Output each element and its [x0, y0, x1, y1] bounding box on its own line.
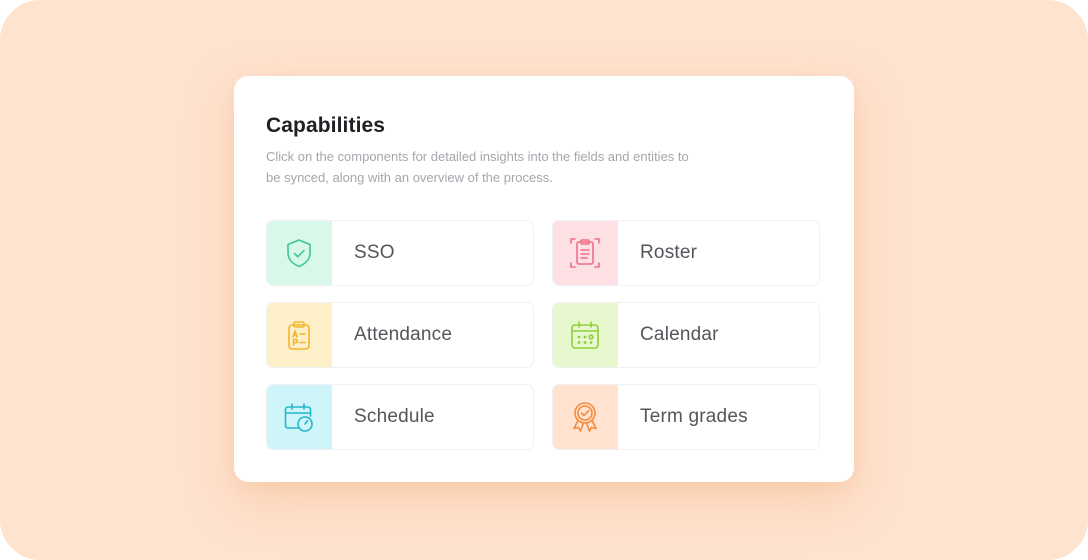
capability-tile-term-grades[interactable]: Term grades: [552, 384, 820, 450]
capability-label: Attendance: [354, 324, 453, 345]
capability-tile-roster[interactable]: Roster: [552, 220, 820, 286]
capability-tile-calendar[interactable]: Calendar: [552, 302, 820, 368]
schedule-icon-tile: [267, 385, 332, 449]
capability-label: Calendar: [640, 324, 719, 345]
calendar-icon: [571, 321, 599, 349]
capability-tile-sso[interactable]: SSO: [266, 220, 534, 286]
capabilities-card: Capabilities Click on the components for…: [234, 76, 854, 482]
attendance-icon-tile: [267, 303, 332, 367]
term-grades-icon-tile: [553, 385, 618, 449]
roster-icon-tile: [553, 221, 618, 285]
capability-label: Schedule: [354, 406, 435, 427]
calendar-icon-tile: [553, 303, 618, 367]
card-title: Capabilities: [266, 114, 386, 137]
attendance-clipboard-icon: [288, 321, 310, 350]
capability-label: Term grades: [640, 406, 748, 427]
capability-tile-schedule[interactable]: Schedule: [266, 384, 534, 450]
background-panel: Capabilities Click on the components for…: [0, 0, 1088, 560]
sso-icon-tile: [267, 221, 332, 285]
shield-check-icon: [287, 239, 311, 268]
calendar-clock-icon: [284, 403, 313, 432]
clipboard-list-icon: [570, 238, 600, 268]
capability-label: SSO: [354, 242, 395, 263]
capability-label: Roster: [640, 242, 698, 263]
capability-tile-attendance[interactable]: Attendance: [266, 302, 534, 368]
card-subtitle: Click on the components for detailed ins…: [266, 149, 689, 185]
award-badge-icon: [573, 402, 597, 432]
